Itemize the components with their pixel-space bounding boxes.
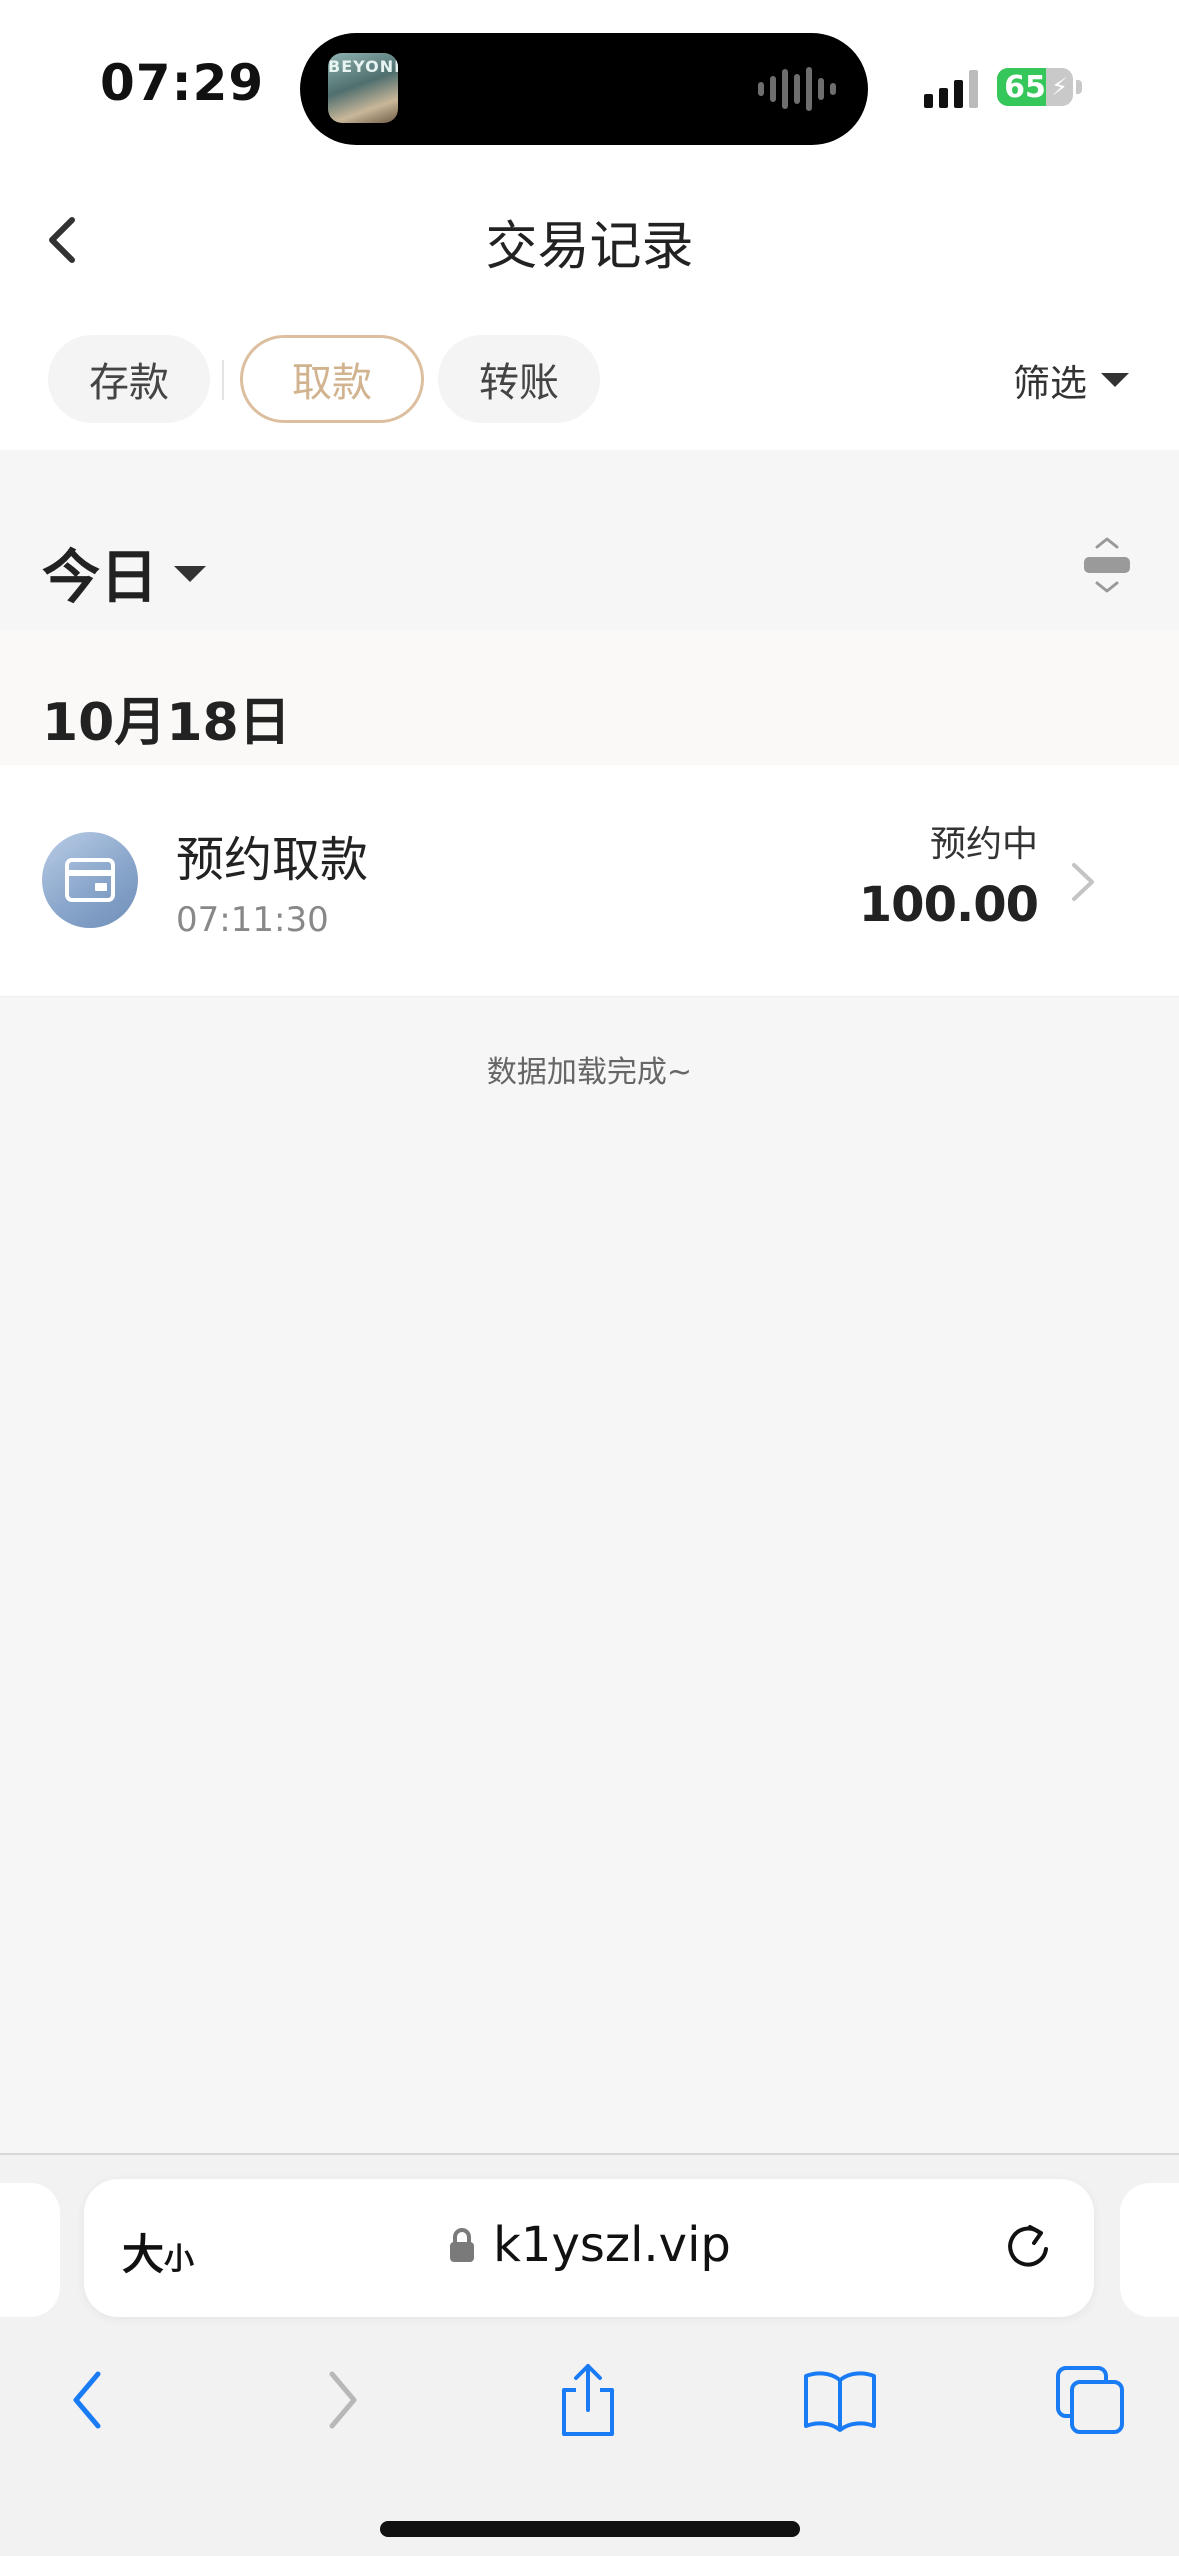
date-group-header: 10月18日 [0,630,1179,765]
type-tabs: 存款 取款 转账 筛选 [0,300,1179,450]
tab-withdraw[interactable]: 取款 [240,335,424,423]
tab-transfer[interactable]: 转账 [438,335,600,423]
share-button[interactable] [548,2360,628,2440]
caret-down-icon [174,566,207,582]
previous-tab-preview[interactable] [0,2183,60,2317]
dynamic-island[interactable]: BEYOND [300,33,868,145]
list-end-message: 数据加载完成~ [486,1055,693,1090]
battery-icon: 65 ⚡ [997,68,1073,106]
group-date: 10月18日 [42,693,291,753]
battery-percent: 65 [1004,70,1046,105]
next-tab-preview[interactable] [1120,2183,1179,2317]
lock-icon [450,2228,475,2262]
card-icon [42,832,138,928]
caret-down-icon [1101,373,1129,387]
address-bar[interactable]: 大小 k1yszl.vip [84,2179,1094,2317]
tab-divider [222,360,224,400]
nav-header: 交易记录 [0,150,1179,300]
tabs-button[interactable] [1050,2360,1130,2440]
filter-button[interactable]: 筛选 [1013,355,1129,405]
url-display[interactable]: k1yszl.vip [84,2217,1094,2273]
reload-button[interactable] [1000,2219,1056,2275]
audio-waveform-icon [758,65,836,113]
transaction-time: 07:11:30 [176,900,329,940]
period-selector[interactable]: 今日 [42,530,207,614]
tab-deposit[interactable]: 存款 [48,335,210,423]
collapse-toggle-button[interactable] [1080,535,1134,595]
now-playing-artwork: BEYOND [328,53,398,123]
reload-icon [1008,2225,1048,2267]
browser-bottom-bar: 大小 k1yszl.vip [0,2153,1179,2556]
bookmarks-button[interactable] [800,2360,880,2440]
chevron-right-icon [329,2371,357,2429]
url-text: k1yszl.vip [493,2217,731,2273]
home-indicator [380,2521,800,2537]
artwork-text: BEYOND [328,57,398,76]
transaction-amount: 100.00 [858,877,1039,933]
period-bar: 今日 [0,450,1179,630]
page-title: 交易记录 [485,217,694,277]
charging-bolt-icon: ⚡ [1051,73,1068,101]
status-time: 07:29 [100,54,265,112]
collapse-expand-icon [1084,537,1130,593]
share-icon [562,2364,614,2436]
chevron-right-icon [1072,863,1094,901]
battery-nub [1076,80,1082,94]
status-bar: 07:29 BEYOND 65 ⚡ [0,0,1179,150]
transaction-row[interactable]: 预约取款 07:11:30 预约中 100.00 [0,765,1179,997]
transaction-status: 预约中 [929,824,1038,865]
browser-back-button[interactable] [48,2360,128,2440]
book-icon [804,2371,876,2432]
browser-toolbar [0,2350,1179,2450]
chevron-left-icon [73,2371,101,2429]
transaction-title: 预约取款 [176,832,369,888]
tabs-icon [1056,2366,1124,2434]
cellular-signal-icon [924,66,978,108]
filter-label: 筛选 [1013,362,1087,405]
browser-forward-button[interactable] [302,2360,382,2440]
period-label: 今日 [42,543,159,611]
